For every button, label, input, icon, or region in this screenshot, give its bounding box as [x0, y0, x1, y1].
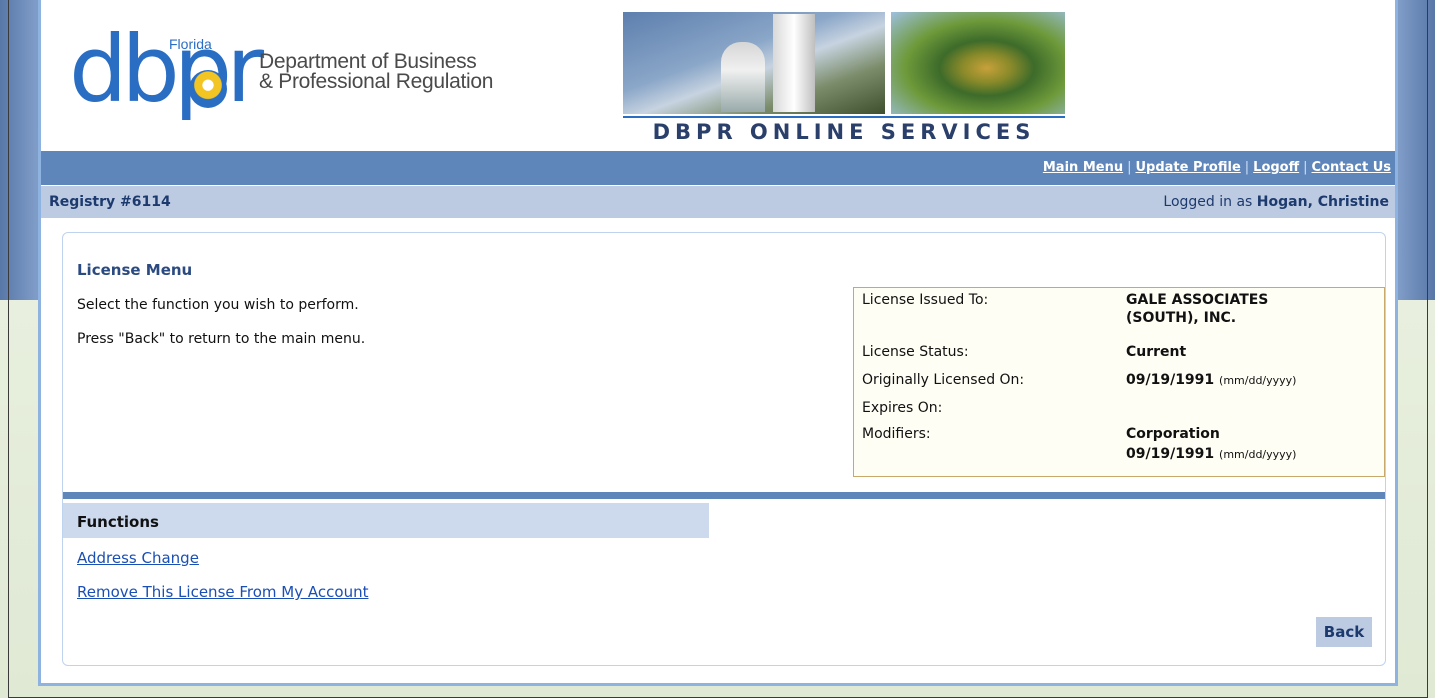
- nav-links: Main Menu | Update Profile | Logoff | Contact …: [1043, 160, 1391, 175]
- modifiers-label: Modifiers:: [862, 426, 931, 442]
- date-format-hint: (mm/dd/yyyy): [1219, 374, 1297, 387]
- palm-tree-photo: [891, 12, 1065, 114]
- modifier-date-value: 09/19/1991 (mm/dd/yyyy): [1126, 446, 1296, 462]
- original-license-label: Originally Licensed On:: [862, 372, 1025, 388]
- logo-wordmark: dbpr: [69, 16, 264, 123]
- nav-logoff[interactable]: Logoff: [1253, 160, 1299, 175]
- banner-title: DBPR ONLINE SERVICES: [623, 116, 1065, 144]
- capitol-dome-shape: [721, 42, 765, 112]
- nav-main-menu[interactable]: Main Menu: [1043, 160, 1123, 175]
- dbpr-logo[interactable]: dbpr Florida Department of Business & Pr…: [69, 24, 499, 124]
- section-divider: [63, 492, 1385, 499]
- license-menu-panel: License Menu Select the function you wis…: [62, 232, 1386, 666]
- original-license-value: 09/19/1991 (mm/dd/yyyy): [1126, 372, 1296, 388]
- logged-in-user: Hogan, Christine: [1256, 194, 1389, 210]
- logged-in-status: Logged in as Hogan, Christine: [1163, 194, 1389, 210]
- issued-to-value-line1: GALE ASSOCIATES: [1126, 292, 1269, 308]
- nav-bar: Main Menu | Update Profile | Logoff | Contact …: [41, 151, 1395, 185]
- logo-department: Department of Business & Professional Re…: [259, 50, 494, 93]
- address-change-link[interactable]: Address Change: [77, 549, 199, 567]
- original-license-date: 09/19/1991: [1126, 372, 1215, 388]
- capitol-photo: [623, 12, 885, 114]
- functions-title: Functions: [77, 513, 159, 531]
- sun-icon: [189, 70, 227, 108]
- logo-department-line2: & Professional Regulation: [259, 70, 494, 93]
- back-button[interactable]: Back: [1316, 617, 1372, 647]
- nav-separator: |: [1127, 160, 1132, 175]
- status-label: License Status:: [862, 344, 969, 360]
- registry-number: Registry #6114: [49, 194, 171, 210]
- info-bar: Registry #6114 Logged in as Hogan, Chris…: [41, 186, 1395, 218]
- nav-separator: |: [1303, 160, 1308, 175]
- remove-license-link[interactable]: Remove This License From My Account: [77, 583, 368, 601]
- nav-update-profile[interactable]: Update Profile: [1135, 160, 1240, 175]
- page-container: dbpr Florida Department of Business & Pr…: [38, 0, 1398, 686]
- instruction-text: Press "Back" to return to the main menu.: [77, 331, 366, 347]
- logged-in-prefix: Logged in as: [1163, 194, 1257, 210]
- issued-to-value-line2: (SOUTH), INC.: [1126, 310, 1237, 326]
- nav-separator: |: [1244, 160, 1250, 175]
- modifier-date: 09/19/1991: [1126, 446, 1215, 462]
- modifier-value: Corporation: [1126, 426, 1220, 442]
- nav-contact-us[interactable]: Contact Us: [1312, 160, 1391, 175]
- page-title: License Menu: [77, 261, 193, 279]
- logo-state: Florida: [169, 36, 212, 52]
- logo-department-line1: Department of Business: [259, 50, 477, 73]
- header: dbpr Florida Department of Business & Pr…: [41, 0, 1395, 150]
- status-value: Current: [1126, 344, 1187, 360]
- instruction-text: Select the function you wish to perform.: [77, 297, 359, 313]
- issued-to-label: License Issued To:: [862, 292, 989, 308]
- license-details-box: License Issued To: GALE ASSOCIATES (SOUT…: [853, 287, 1385, 477]
- date-format-hint: (mm/dd/yyyy): [1219, 448, 1297, 461]
- capitol-tower-shape: [773, 14, 815, 112]
- functions-header: Functions: [63, 503, 709, 538]
- expires-label: Expires On:: [862, 400, 943, 416]
